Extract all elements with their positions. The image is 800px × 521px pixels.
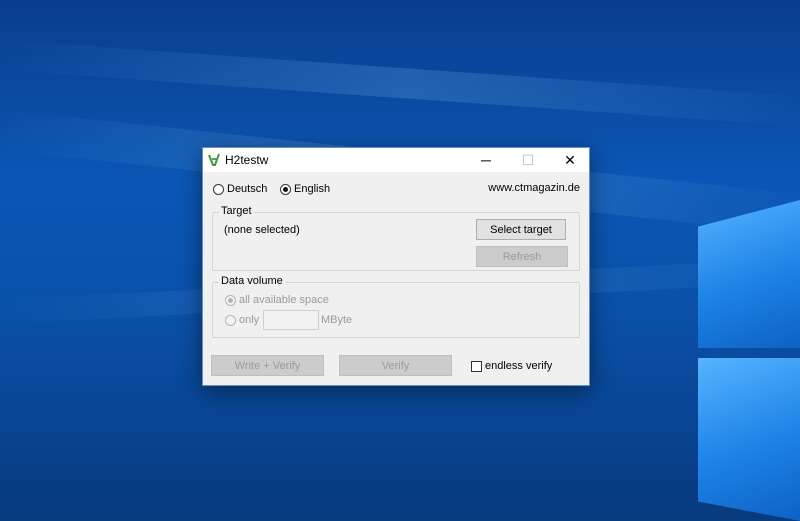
only-radio[interactable]: only xyxy=(225,314,259,326)
endless-verify-checkbox[interactable]: endless verify xyxy=(471,360,552,372)
radio-label: Deutsch xyxy=(227,183,268,195)
radio-label: English xyxy=(294,183,331,195)
verify-button[interactable]: Verify xyxy=(339,355,452,376)
website-link[interactable]: www.ctmagazin.de xyxy=(488,182,580,194)
close-icon: ✕ xyxy=(564,151,576,168)
maximize-button[interactable]: ☐ xyxy=(507,148,549,172)
data-volume-group-label: Data volume xyxy=(219,275,285,287)
close-button[interactable]: ✕ xyxy=(549,148,591,172)
radio-circle-icon xyxy=(213,183,224,195)
checkbox-label: endless verify xyxy=(485,360,553,372)
target-value: (none selected) xyxy=(224,224,300,236)
language-english-radio[interactable]: English xyxy=(280,183,330,195)
light-beam xyxy=(0,40,800,128)
h2testw-app-icon xyxy=(208,153,220,166)
data-volume-group: Data volume all available space only MBy… xyxy=(212,275,580,338)
radio-circle-icon xyxy=(225,314,236,326)
only-mbyte-input[interactable] xyxy=(263,310,319,330)
write-verify-button[interactable]: Write + Verify xyxy=(211,355,324,376)
h2testw-window: H2testw ─ ☐ ✕ Deutsch English www.ctmaga… xyxy=(202,147,590,386)
all-space-radio[interactable]: all available space xyxy=(225,294,329,306)
refresh-button[interactable]: Refresh xyxy=(476,246,568,267)
select-target-button[interactable]: Select target xyxy=(476,219,566,240)
maximize-icon: ☐ xyxy=(521,151,535,168)
radio-label: all available space xyxy=(239,294,329,306)
checkbox-icon xyxy=(471,360,482,372)
target-group: Target (none selected) Select target Ref… xyxy=(212,205,580,271)
window-title: H2testw xyxy=(225,153,269,167)
radio-selected-icon xyxy=(225,294,236,306)
target-group-label: Target xyxy=(219,205,254,217)
minimize-button[interactable]: ─ xyxy=(465,148,507,172)
title-bar[interactable]: H2testw ─ ☐ ✕ xyxy=(203,148,589,172)
radio-selected-icon xyxy=(280,183,291,195)
radio-label: only xyxy=(239,314,260,326)
minimize-icon: ─ xyxy=(481,152,491,168)
windows-logo-pane xyxy=(698,358,800,521)
mbyte-unit-label: MByte xyxy=(321,314,353,326)
language-deutsch-radio[interactable]: Deutsch xyxy=(213,183,267,195)
